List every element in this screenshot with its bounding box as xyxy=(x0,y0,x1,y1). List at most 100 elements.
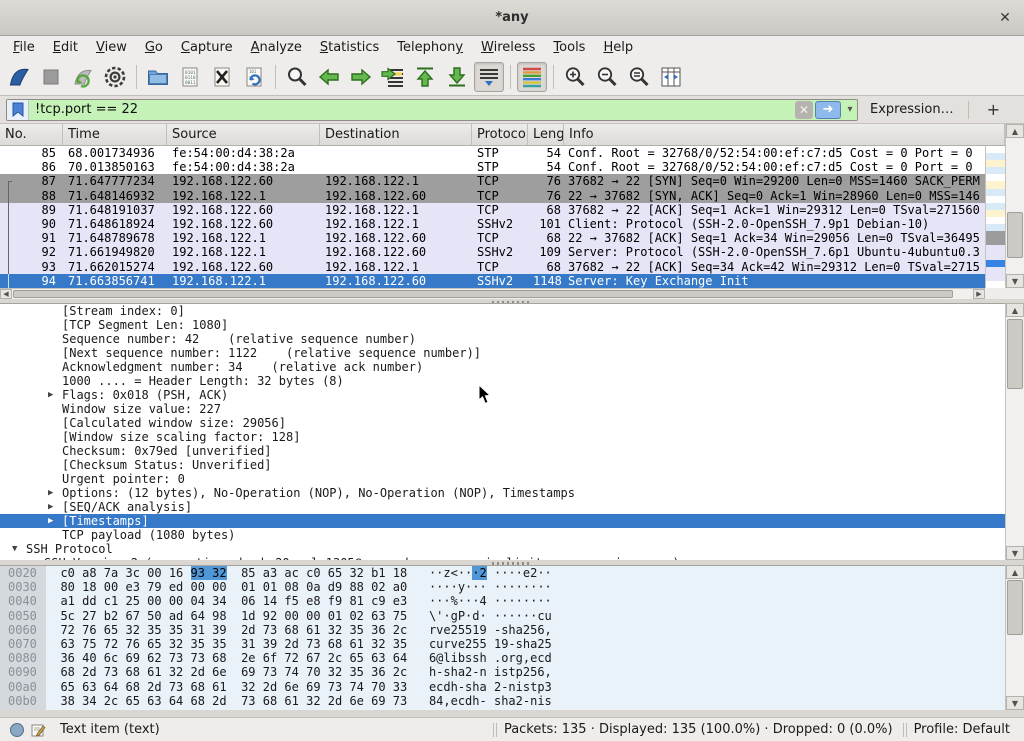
filter-text[interactable]: !tcp.port == 22 xyxy=(29,102,795,117)
detail-line-4[interactable]: Acknowledgment number: 34 (relative ack … xyxy=(0,360,1005,374)
hex-row-0070[interactable]: 0070 63 75 72 76 65 32 35 35 31 39 2d 73… xyxy=(0,637,1005,651)
filter-clear-icon[interactable]: ✕ xyxy=(795,101,813,119)
detail-line-17[interactable]: ▼SSH Protocol xyxy=(0,542,1005,556)
scroll-down-icon[interactable]: ▼ xyxy=(1006,274,1024,288)
detail-line-1[interactable]: [TCP Segment Len: 1080] xyxy=(0,318,1005,332)
scroll-right-icon[interactable]: ▶ xyxy=(973,289,985,299)
auto-scroll-icon[interactable] xyxy=(474,62,504,92)
detail-line-13[interactable]: ▶Options: (12 bytes), No-Operation (NOP)… xyxy=(0,486,1005,500)
hscrollbar-thumb[interactable] xyxy=(13,290,953,298)
packet-list-minimap[interactable] xyxy=(985,146,1005,288)
scrollbar-thumb[interactable] xyxy=(1007,319,1023,389)
hex-row-0060[interactable]: 0060 72 76 65 32 35 35 31 39 2d 73 68 61… xyxy=(0,623,1005,637)
start-capture-icon[interactable] xyxy=(4,62,34,92)
close-icon[interactable]: ✕ xyxy=(996,9,1014,27)
packet-row-94[interactable]: 9471.663856741192.168.122.1192.168.122.6… xyxy=(0,274,985,288)
scroll-down-icon[interactable]: ▼ xyxy=(1006,696,1024,710)
detail-line-8[interactable]: [Calculated window size: 29056] xyxy=(0,416,1005,430)
column-header-protocol[interactable]: Protocol xyxy=(472,124,528,145)
pane-splitter[interactable] xyxy=(0,710,1024,717)
expand-icon[interactable]: ▶ xyxy=(48,486,53,500)
scrollbar-thumb[interactable] xyxy=(1007,580,1023,635)
expand-icon[interactable]: ▶ xyxy=(48,514,53,528)
filter-dropdown-icon[interactable]: ▾ xyxy=(843,104,857,115)
packet-row-92[interactable]: 9271.661949820192.168.122.1192.168.122.6… xyxy=(0,245,985,259)
detail-line-15[interactable]: ▶[Timestamps] xyxy=(0,514,1005,528)
filter-apply-icon[interactable]: ➜ xyxy=(815,101,841,119)
close-file-icon[interactable] xyxy=(207,62,237,92)
scroll-down-icon[interactable]: ▼ xyxy=(1006,546,1024,560)
menu-telephony[interactable]: Telephony xyxy=(388,38,472,57)
menu-help[interactable]: Help xyxy=(594,38,642,57)
packet-list-hscrollbar[interactable]: ◀ ▶ xyxy=(0,288,985,299)
column-header-time[interactable]: Time xyxy=(63,124,167,145)
expand-icon[interactable]: ▶ xyxy=(48,388,53,402)
detail-line-6[interactable]: ▶Flags: 0x018 (PSH, ACK) xyxy=(0,388,1005,402)
expand-icon[interactable]: ▶ xyxy=(48,500,53,514)
hex-row-0030[interactable]: 0030 80 18 00 e3 79 ed 00 00 01 01 08 0a… xyxy=(0,580,1005,594)
packet-row-86[interactable]: 8670.013850163fe:54:00:d4:38:2aSTP54Conf… xyxy=(0,160,985,174)
colorize-icon[interactable] xyxy=(517,62,547,92)
stop-capture-icon[interactable] xyxy=(36,62,66,92)
display-filter-input[interactable]: !tcp.port == 22 ✕ ➜ ▾ xyxy=(6,99,858,121)
column-header-destination[interactable]: Destination xyxy=(320,124,472,145)
hex-row-00b0[interactable]: 00b0 38 34 2c 65 63 64 68 2d 73 68 61 32… xyxy=(0,694,1005,708)
menu-tools[interactable]: Tools xyxy=(544,38,594,57)
go-forward-icon[interactable] xyxy=(346,62,376,92)
add-filter-button[interactable]: + xyxy=(979,100,1008,119)
hex-row-0020[interactable]: 0020 c0 a8 7a 3c 00 16 93 32 85 a3 ac c0… xyxy=(0,566,1005,580)
packet-row-91[interactable]: 9171.648789678192.168.122.1192.168.122.6… xyxy=(0,231,985,245)
menu-file[interactable]: File xyxy=(4,38,44,57)
filter-bookmark-button[interactable] xyxy=(7,100,29,120)
packet-row-93[interactable]: 9371.662015274192.168.122.60192.168.122.… xyxy=(0,260,985,274)
collapse-icon[interactable]: ▼ xyxy=(12,542,17,556)
bytes-scrollbar[interactable]: ▲ ▼ xyxy=(1005,565,1024,710)
go-first-icon[interactable] xyxy=(410,62,440,92)
save-file-icon[interactable]: 010101100011 xyxy=(175,62,205,92)
menu-wireless[interactable]: Wireless xyxy=(472,38,544,57)
packet-row-85[interactable]: 8568.001734936fe:54:00:d4:38:2aSTP54Conf… xyxy=(0,146,985,160)
zoom-100-icon[interactable] xyxy=(624,62,654,92)
menu-statistics[interactable]: Statistics xyxy=(311,38,388,57)
details-scrollbar[interactable]: ▲ ▼ xyxy=(1005,303,1024,560)
column-header-no[interactable]: No. xyxy=(0,124,63,145)
detail-line-9[interactable]: [Window size scaling factor: 128] xyxy=(0,430,1005,444)
resize-columns-icon[interactable] xyxy=(656,62,686,92)
detail-line-7[interactable]: Window size value: 227 xyxy=(0,402,1005,416)
go-to-packet-icon[interactable] xyxy=(378,62,408,92)
detail-line-16[interactable]: TCP payload (1080 bytes) xyxy=(0,528,1005,542)
detail-line-2[interactable]: Sequence number: 42 (relative sequence n… xyxy=(0,332,1005,346)
scrollbar-thumb[interactable] xyxy=(1007,212,1023,258)
hex-row-0080[interactable]: 0080 36 40 6c 69 62 73 73 68 2e 6f 72 67… xyxy=(0,651,1005,665)
menu-view[interactable]: View xyxy=(87,38,136,57)
detail-line-3[interactable]: [Next sequence number: 1122 (relative se… xyxy=(0,346,1005,360)
restart-capture-icon[interactable] xyxy=(68,62,98,92)
reload-file-icon[interactable]: 101 xyxy=(239,62,269,92)
hex-row-00a0[interactable]: 00a0 65 63 64 68 2d 73 68 61 32 2d 6e 69… xyxy=(0,680,1005,694)
go-back-icon[interactable] xyxy=(314,62,344,92)
detail-line-14[interactable]: ▶[SEQ/ACK analysis] xyxy=(0,500,1005,514)
packet-row-87[interactable]: 8771.647777234192.168.122.60192.168.122.… xyxy=(0,174,985,188)
capture-options-icon[interactable] xyxy=(100,62,130,92)
go-last-icon[interactable] xyxy=(442,62,472,92)
open-file-icon[interactable] xyxy=(143,62,173,92)
hex-row-0050[interactable]: 0050 5c 27 b2 67 50 ad 64 98 1d 92 00 00… xyxy=(0,609,1005,623)
scroll-up-icon[interactable]: ▲ xyxy=(1006,303,1024,317)
packet-list-scrollbar[interactable]: ▲ ▼ xyxy=(1005,124,1024,288)
capture-comment-icon[interactable] xyxy=(30,722,46,738)
menu-analyze[interactable]: Analyze xyxy=(242,38,311,57)
zoom-in-icon[interactable] xyxy=(560,62,590,92)
detail-line-10[interactable]: Checksum: 0x79ed [unverified] xyxy=(0,444,1005,458)
zoom-out-icon[interactable] xyxy=(592,62,622,92)
expression-button[interactable]: Expression… xyxy=(870,102,954,117)
menu-capture[interactable]: Capture xyxy=(172,38,242,57)
detail-line-5[interactable]: 1000 .... = Header Length: 32 bytes (8) xyxy=(0,374,1005,388)
detail-line-12[interactable]: Urgent pointer: 0 xyxy=(0,472,1005,486)
column-header-source[interactable]: Source xyxy=(167,124,320,145)
packet-row-89[interactable]: 8971.648191037192.168.122.60192.168.122.… xyxy=(0,203,985,217)
menu-go[interactable]: Go xyxy=(136,38,172,57)
scroll-left-icon[interactable]: ◀ xyxy=(0,289,12,299)
scroll-up-icon[interactable]: ▲ xyxy=(1006,124,1024,138)
scroll-up-icon[interactable]: ▲ xyxy=(1006,565,1024,579)
column-header-info[interactable]: Info xyxy=(564,124,1005,145)
